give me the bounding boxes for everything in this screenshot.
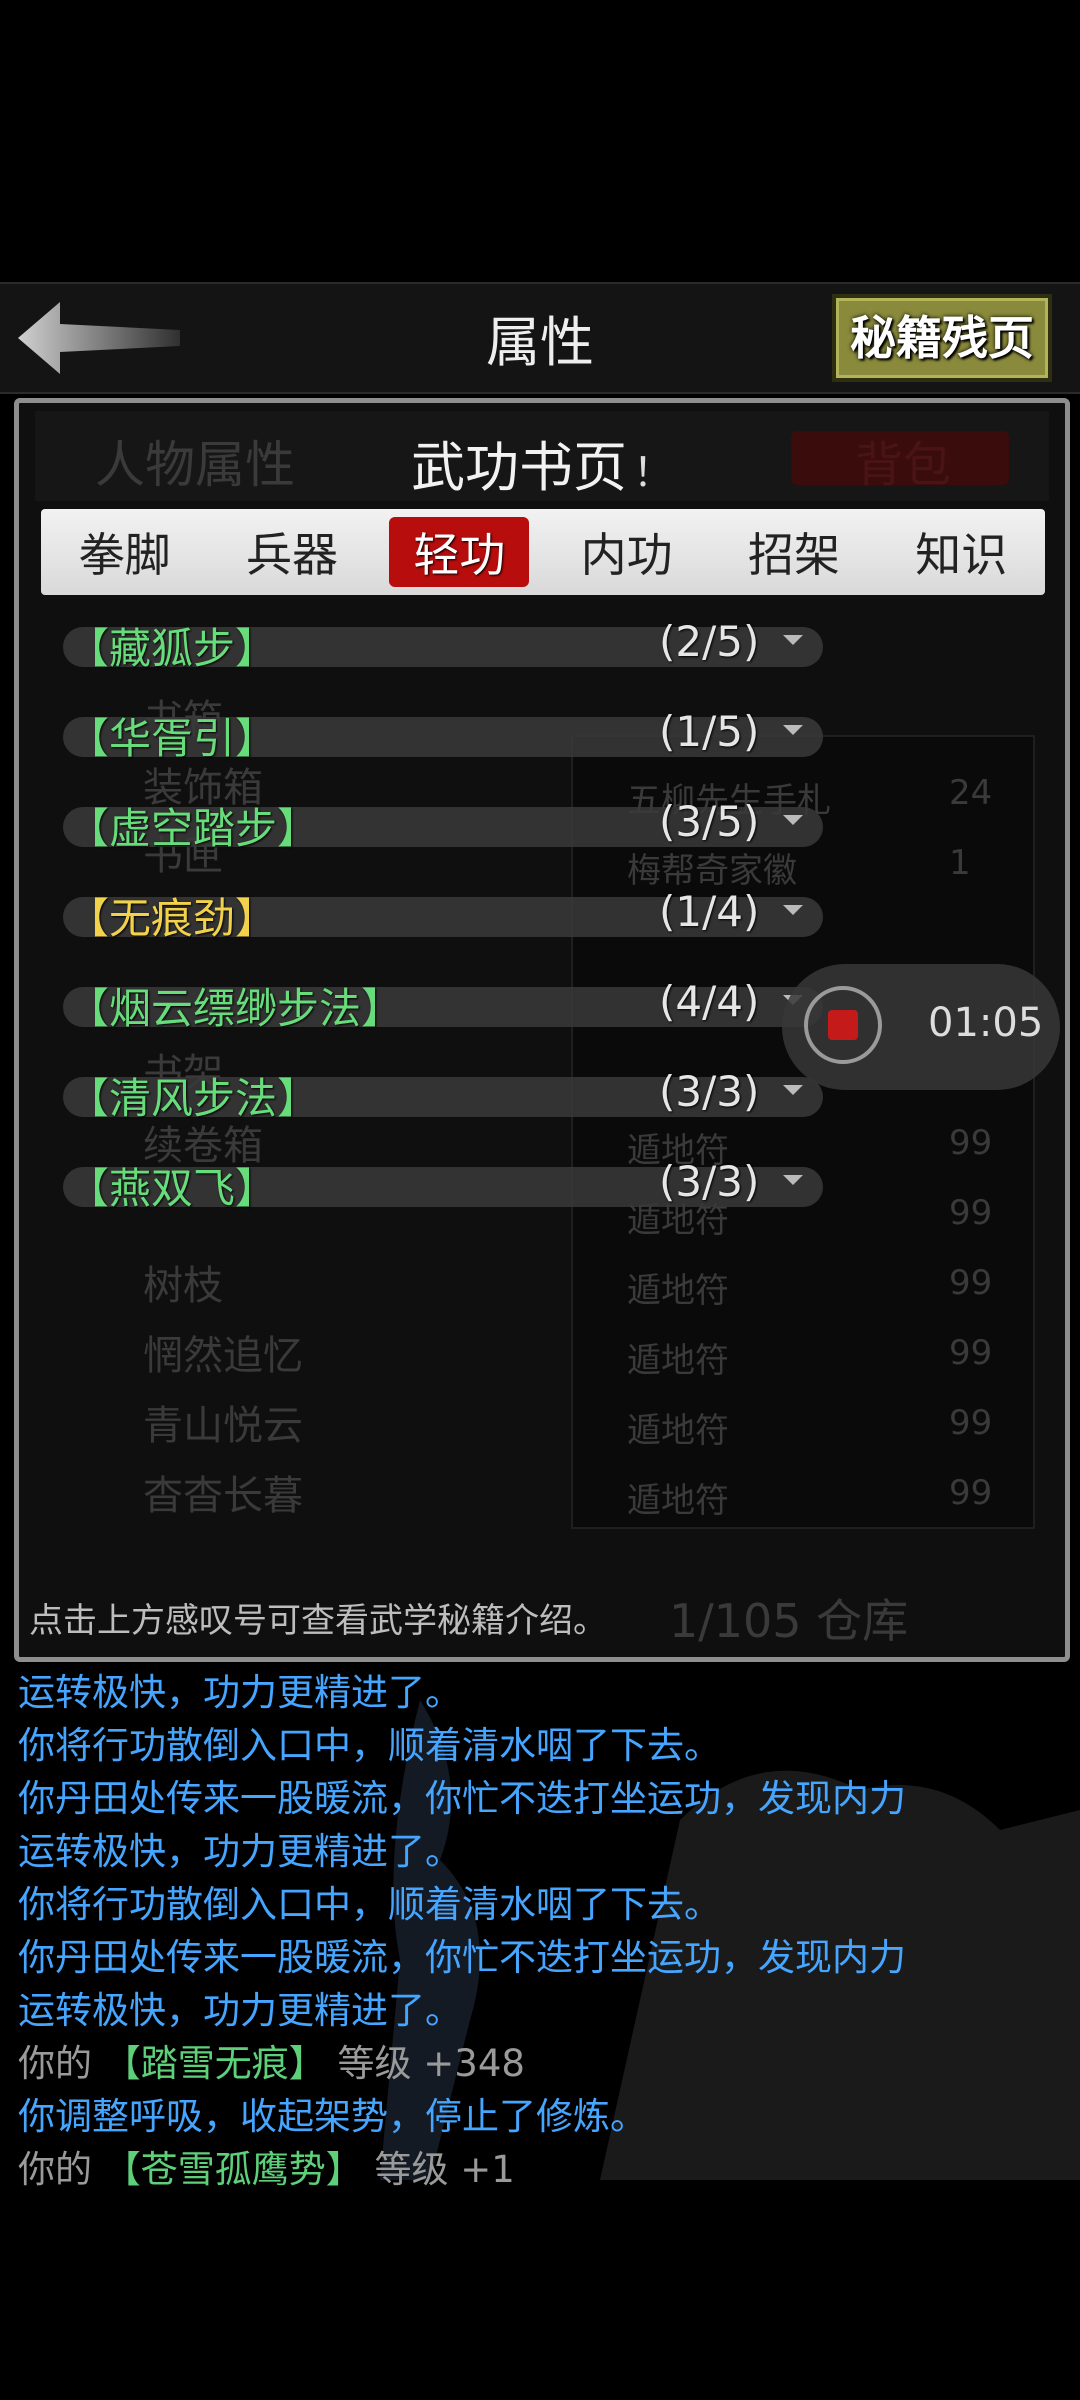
info-exclamation-icon[interactable]: ！: [633, 450, 673, 496]
log-line: 你将行功散倒入口中，顺着清水咽了下去。: [18, 1724, 721, 1767]
tab-knowledge[interactable]: 知识: [891, 517, 1031, 587]
chevron-down-icon[interactable]: [783, 815, 803, 825]
page-count: (1/5): [659, 707, 760, 756]
hint-text: 点击上方感叹号可查看武学秘籍介绍。: [29, 1601, 607, 1641]
tab-qinggong[interactable]: 轻功: [389, 517, 530, 587]
secret-pages-button[interactable]: 秘籍残页: [832, 294, 1052, 382]
faded-item-qty: 99: [949, 1123, 993, 1163]
faded-item-qty: 99: [949, 1403, 993, 1443]
skill-name: 【无痕劲】: [67, 894, 278, 943]
list-item[interactable]: 【藏狐步】 (2/5): [39, 601, 839, 691]
stop-record-icon[interactable]: [804, 986, 882, 1064]
faded-item-qty: 99: [949, 1263, 993, 1303]
chevron-down-icon[interactable]: [783, 1085, 803, 1095]
log-prefix: 你的: [18, 2042, 92, 2085]
page-count: (1/4): [659, 887, 760, 936]
tab-weapon[interactable]: 兵器: [222, 517, 362, 587]
faded-item-qty: 99: [949, 1193, 993, 1233]
list-item[interactable]: 【虚空踏步】 (3/5): [39, 781, 839, 871]
skill-name: 【藏狐步】: [67, 624, 278, 673]
faded-item: 遁地符: [627, 1271, 729, 1311]
log-line: 你的 【踏雪无痕】 等级 +348: [18, 2037, 1068, 2090]
tab-fist[interactable]: 拳脚: [55, 517, 195, 587]
faded-item-qty: 1: [949, 843, 971, 883]
log-line: 你的 【苍雪孤鹰势】 等级 +1: [18, 2143, 1068, 2196]
chevron-down-icon[interactable]: [783, 905, 803, 915]
list-item[interactable]: 【华胥引】 (1/5): [39, 691, 839, 781]
log-line: 你将行功散倒入口中，顺着清水咽了下去。: [18, 1883, 721, 1926]
skill-name: 【清风步法】: [67, 1074, 320, 1123]
log-line: 你丹田处传来一股暖流，你忙不迭打坐运功，发现内力: [18, 1777, 906, 1820]
faded-item: 遁地符: [627, 1411, 729, 1451]
log-line: 运转极快，功力更精进了。: [18, 1671, 462, 1714]
faded-item: 青山悦云: [143, 1403, 303, 1449]
list-item[interactable]: 【烟云缥缈步法】 (4/4): [39, 961, 839, 1051]
faded-item-qty: 99: [949, 1473, 993, 1513]
tab-neigong[interactable]: 内功: [557, 517, 697, 587]
faded-capacity: 1/105 仓库: [669, 1594, 909, 1648]
category-tabs: 拳脚 兵器 轻功 内功 招架 知识: [41, 509, 1045, 595]
list-item[interactable]: 【无痕劲】 (1/4): [39, 871, 839, 961]
faded-item: 惘然追忆: [143, 1333, 303, 1379]
log-line: 你丹田处传来一股暖流，你忙不迭打坐运功，发现内力: [18, 1936, 906, 1979]
faded-item: 杳杳长暮: [143, 1473, 303, 1519]
stop-square: [828, 1010, 858, 1040]
screen-recording-widget[interactable]: 01:05: [782, 964, 1060, 1090]
log-skill: 【苍雪孤鹰势】: [103, 2148, 363, 2191]
panel-title-text: 武功书页: [411, 436, 627, 499]
recording-timer: 01:05: [928, 1000, 1044, 1046]
page-count: (3/3): [659, 1157, 760, 1206]
page-count: (3/5): [659, 797, 760, 846]
chevron-down-icon[interactable]: [783, 1175, 803, 1185]
page-count: (4/4): [659, 977, 760, 1026]
skill-name: 【燕双飞】: [67, 1164, 278, 1213]
log-suffix: 等级 +348: [337, 2042, 525, 2085]
message-log: 运转极快，功力更精进了。 你将行功散倒入口中，顺着清水咽了下去。 你丹田处传来一…: [18, 1666, 1068, 2196]
tab-parry[interactable]: 招架: [724, 517, 864, 587]
panel-title: 武功书页！: [19, 423, 1065, 502]
faded-item: 遁地符: [627, 1341, 729, 1381]
log-line: 运转极快，功力更精进了。: [18, 1830, 462, 1873]
faded-item: 遁地符: [627, 1481, 729, 1521]
faded-item: 树枝: [143, 1263, 223, 1309]
log-suffix: 等级 +1: [374, 2148, 515, 2191]
page-count: (3/3): [659, 1067, 760, 1116]
log-prefix: 你的: [18, 2148, 92, 2191]
chevron-down-icon[interactable]: [783, 725, 803, 735]
list-item[interactable]: 【清风步法】 (3/3): [39, 1051, 839, 1141]
skill-name: 【烟云缥缈步法】: [67, 984, 404, 1033]
page-count: (2/5): [659, 617, 760, 666]
faded-item-qty: 99: [949, 1333, 993, 1373]
log-line: 运转极快，功力更精进了。: [18, 1989, 462, 2032]
top-bar: 属性 秘籍残页: [0, 282, 1080, 394]
faded-item-qty: 24: [949, 773, 993, 813]
skill-name: 【虚空踏步】: [67, 804, 320, 853]
skill-name: 【华胥引】: [67, 714, 278, 763]
log-line: 你调整呼吸，收起架势，停止了修炼。: [18, 2095, 647, 2138]
chevron-down-icon[interactable]: [783, 635, 803, 645]
log-skill: 【踏雪无痕】: [103, 2042, 326, 2085]
skill-page-list: 【藏狐步】 (2/5) 【华胥引】 (1/5) 【虚空踏步】 (3/5) 【无痕…: [39, 601, 839, 1231]
list-item[interactable]: 【燕双飞】 (3/3): [39, 1141, 839, 1231]
